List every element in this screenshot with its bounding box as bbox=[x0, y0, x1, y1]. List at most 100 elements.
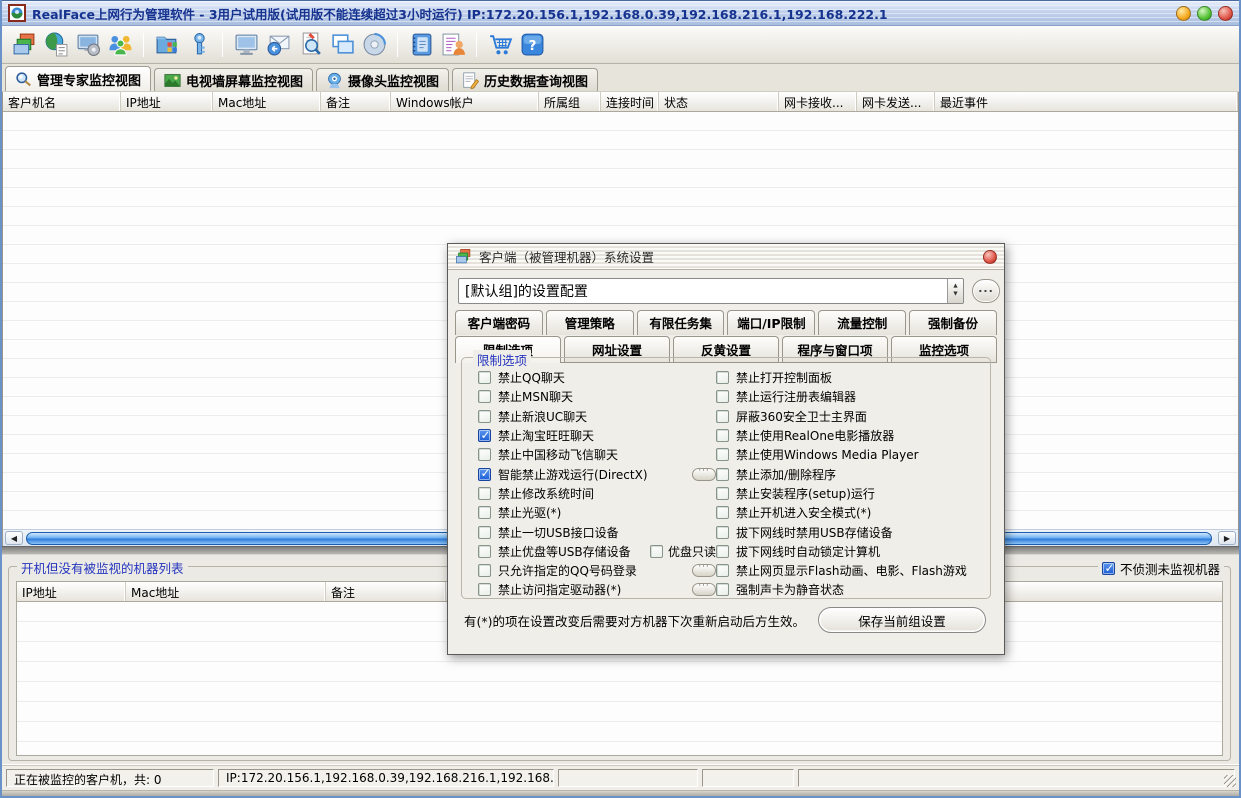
scroll-left-arrow[interactable]: ◀ bbox=[5, 531, 23, 545]
checkbox-label[interactable]: 禁止淘宝旺旺聊天 bbox=[498, 427, 594, 444]
checkbox-label[interactable]: 禁止访问指定驱动器(*) bbox=[498, 581, 621, 598]
disc-icon[interactable] bbox=[359, 30, 389, 60]
save-group-settings-button[interactable]: 保存当前组设置 bbox=[818, 607, 986, 633]
screen-monitor-icon[interactable] bbox=[231, 30, 261, 60]
checkbox[interactable] bbox=[478, 506, 491, 519]
checkbox-label[interactable]: 禁止MSN聊天 bbox=[498, 388, 573, 405]
users-icon[interactable] bbox=[105, 30, 135, 60]
view-tab[interactable]: 电视墙屏幕监控视图 bbox=[154, 68, 313, 91]
column-header[interactable]: 所属组 bbox=[539, 92, 601, 111]
checkbox[interactable] bbox=[478, 526, 491, 539]
column-header[interactable]: 最近事件 bbox=[935, 92, 1238, 111]
checkbox[interactable] bbox=[478, 564, 491, 577]
column-header[interactable]: 网卡发送... bbox=[857, 92, 935, 111]
ellipsis-button[interactable] bbox=[692, 583, 716, 596]
column-header[interactable]: Mac地址 bbox=[213, 92, 321, 111]
network-globe-icon[interactable] bbox=[41, 30, 71, 60]
column-header[interactable]: 客户机名 bbox=[3, 92, 121, 111]
resize-grip[interactable] bbox=[1224, 775, 1236, 787]
checkbox-label[interactable]: 禁止打开控制面板 bbox=[736, 369, 832, 386]
view-tab[interactable]: 历史数据查询视图 bbox=[452, 68, 598, 91]
checkbox[interactable] bbox=[478, 448, 491, 461]
checkbox-label[interactable]: 禁止添加/删除程序 bbox=[736, 466, 836, 483]
checkbox[interactable] bbox=[716, 487, 729, 500]
checkbox-label[interactable]: 禁止一切USB接口设备 bbox=[498, 524, 619, 541]
checkbox-label[interactable]: 禁止优盘等USB存储设备 bbox=[498, 543, 631, 560]
minimize-button[interactable] bbox=[1176, 6, 1191, 21]
checkbox[interactable] bbox=[716, 526, 729, 539]
checkbox-label[interactable]: 禁止开机进入安全模式(*) bbox=[736, 504, 871, 521]
column-header[interactable]: 状态 bbox=[659, 92, 779, 111]
column-header[interactable]: 备注 bbox=[326, 582, 446, 601]
checkbox-label[interactable]: 禁止网页显示Flash动画、电影、Flash游戏 bbox=[736, 562, 967, 579]
checkbox-label[interactable]: 拔下网线时自动锁定计算机 bbox=[736, 543, 880, 560]
scroll-right-arrow[interactable]: ▶ bbox=[1218, 531, 1236, 545]
checkbox-label[interactable]: 禁止使用RealOne电影播放器 bbox=[736, 427, 894, 444]
checkbox[interactable] bbox=[478, 390, 491, 403]
close-button[interactable] bbox=[1218, 6, 1233, 21]
column-header[interactable]: Windows帐户 bbox=[391, 92, 539, 111]
checkbox[interactable] bbox=[478, 545, 491, 558]
checkbox-label[interactable]: 屏蔽360安全卫士主界面 bbox=[736, 408, 867, 425]
maximize-button[interactable] bbox=[1197, 6, 1212, 21]
dialog-tab[interactable]: 有限任务集 bbox=[637, 310, 725, 335]
ellipsis-button[interactable] bbox=[692, 564, 716, 577]
column-header[interactable]: 网卡接收... bbox=[779, 92, 857, 111]
user-list-icon[interactable] bbox=[438, 30, 468, 60]
windows-icon[interactable] bbox=[9, 30, 39, 60]
dialog-tab[interactable]: 管理策略 bbox=[546, 310, 634, 335]
screens-icon[interactable] bbox=[327, 30, 357, 60]
detect-checkbox[interactable] bbox=[1102, 562, 1115, 575]
column-header[interactable]: 连接时间 bbox=[601, 92, 659, 111]
dialog-close-button[interactable] bbox=[983, 250, 997, 264]
column-header[interactable]: Mac地址 bbox=[126, 582, 326, 601]
checkbox[interactable] bbox=[716, 468, 729, 481]
detect-checkbox-row[interactable]: 不侦测未监视机器 bbox=[1098, 559, 1224, 578]
checkbox[interactable] bbox=[716, 371, 729, 384]
column-header[interactable]: IP地址 bbox=[121, 92, 213, 111]
dialog-tab[interactable]: 客户端密码 bbox=[455, 310, 543, 335]
checkbox[interactable] bbox=[478, 468, 491, 481]
folder-apps-icon[interactable] bbox=[152, 30, 182, 60]
checkbox[interactable] bbox=[716, 545, 729, 558]
checkbox[interactable] bbox=[716, 448, 729, 461]
ellipsis-button[interactable] bbox=[692, 468, 716, 481]
checkbox-label[interactable]: 优盘只读 bbox=[668, 543, 716, 560]
checkbox-label[interactable]: 禁止中国移动飞信聊天 bbox=[498, 446, 618, 463]
checkbox-label[interactable]: 拔下网线时禁用USB存储设备 bbox=[736, 524, 893, 541]
key-icon[interactable] bbox=[184, 30, 214, 60]
checkbox-label[interactable]: 禁止新浪UC聊天 bbox=[498, 408, 587, 425]
dialog-tab[interactable]: 流量控制 bbox=[818, 310, 906, 335]
mail-icon[interactable] bbox=[263, 30, 293, 60]
group-config-combobox[interactable]: [默认组]的设置配置 ▲▼ bbox=[458, 278, 964, 304]
checkbox[interactable] bbox=[478, 583, 491, 596]
view-tab[interactable]: 摄像头监控视图 bbox=[316, 68, 449, 91]
help-icon[interactable]: ? bbox=[517, 30, 547, 60]
checkbox[interactable] bbox=[716, 390, 729, 403]
shopping-cart-icon[interactable] bbox=[485, 30, 515, 60]
search-document-icon[interactable] bbox=[295, 30, 325, 60]
dialog-tab[interactable]: 强制备份 bbox=[909, 310, 997, 335]
detect-checkbox-label[interactable]: 不侦测未监视机器 bbox=[1120, 559, 1220, 578]
combobox-spinner[interactable]: ▲▼ bbox=[947, 279, 963, 303]
checkbox-label[interactable]: 禁止运行注册表编辑器 bbox=[736, 388, 856, 405]
checkbox[interactable] bbox=[478, 410, 491, 423]
checkbox[interactable] bbox=[478, 371, 491, 384]
checkbox-label[interactable]: 只允许指定的QQ号码登录 bbox=[498, 562, 637, 579]
checkbox-label[interactable]: 禁止光驱(*) bbox=[498, 504, 561, 521]
checkbox-label[interactable]: 禁止修改系统时间 bbox=[498, 485, 594, 502]
view-tab[interactable]: 管理专家监控视图 bbox=[5, 66, 151, 91]
browse-button[interactable]: ... bbox=[972, 279, 1000, 303]
checkbox[interactable] bbox=[650, 545, 663, 558]
checkbox[interactable] bbox=[716, 429, 729, 442]
checkbox[interactable] bbox=[716, 410, 729, 423]
checkbox[interactable] bbox=[478, 429, 491, 442]
checkbox-label[interactable]: 禁止QQ聊天 bbox=[498, 369, 565, 386]
checkbox[interactable] bbox=[716, 506, 729, 519]
column-header[interactable]: 备注 bbox=[321, 92, 391, 111]
checkbox-label[interactable]: 禁止使用Windows Media Player bbox=[736, 446, 919, 463]
dialog-tab[interactable]: 端口/IP限制 bbox=[727, 310, 815, 335]
address-book-icon[interactable] bbox=[406, 30, 436, 60]
checkbox-label[interactable]: 禁止安装程序(setup)运行 bbox=[736, 485, 875, 502]
checkbox-label[interactable]: 强制声卡为静音状态 bbox=[736, 581, 844, 598]
